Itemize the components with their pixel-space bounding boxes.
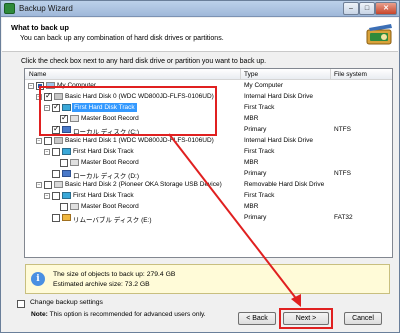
- row-type: Internal Hard Disk Drive: [244, 93, 313, 100]
- column-name[interactable]: Name: [29, 71, 46, 78]
- row-type: MBR: [244, 115, 259, 122]
- row-checkbox[interactable]: [52, 148, 60, 156]
- column-type[interactable]: Type: [244, 71, 258, 78]
- info-icon: i: [31, 272, 45, 286]
- backup-size-info: i The size of objects to back up: 279.4 …: [25, 264, 390, 294]
- row-checkbox[interactable]: [60, 203, 68, 211]
- annotation-box-disk-selection: [39, 86, 217, 136]
- row-name: First Hard Disk Track: [73, 192, 134, 199]
- tree-row-first-track[interactable]: − First Hard Disk Track First Track: [25, 190, 392, 201]
- tree-header: Name Type File system: [25, 69, 392, 80]
- window-title: Backup Wizard: [19, 4, 73, 13]
- cancel-button[interactable]: Cancel: [344, 312, 382, 325]
- maximize-button[interactable]: □: [359, 2, 375, 15]
- change-settings-checkbox[interactable]: [17, 300, 25, 308]
- tree-row-mbr[interactable]: Master Boot Record MBR: [25, 201, 392, 212]
- collapse-toggle[interactable]: −: [36, 138, 42, 144]
- archive-size-text: Estimated archive size: 73.2 GB: [53, 281, 150, 288]
- tree-row-drive-d[interactable]: ローカル ディスク (D:) Primary NTFS: [25, 168, 392, 180]
- row-fs: FAT32: [334, 214, 353, 221]
- row-fs: NTFS: [334, 170, 351, 177]
- mbr-icon: [70, 203, 79, 210]
- row-checkbox[interactable]: [60, 159, 68, 167]
- row-name: リムーバブル ディスク (E:): [73, 217, 152, 224]
- row-name: Basic Hard Disk 2 (Pioneer OKA Storage U…: [65, 181, 222, 188]
- row-type: Primary: [244, 126, 267, 133]
- row-type: Internal Hard Disk Drive: [244, 137, 313, 144]
- row-type: MBR: [244, 203, 259, 210]
- row-checkbox[interactable]: [44, 181, 52, 189]
- annotation-box-next: [279, 308, 333, 329]
- note-label: Note:: [31, 311, 48, 318]
- backup-wizard-window: Backup Wizard – □ ✕ What to back up You …: [0, 0, 400, 333]
- row-type: Removable Hard Disk Drive: [244, 181, 325, 188]
- back-button[interactable]: < Back: [238, 312, 276, 325]
- advanced-note: Note: This option is recommended for adv…: [31, 311, 206, 318]
- row-checkbox[interactable]: [52, 170, 60, 178]
- column-file-system[interactable]: File system: [334, 71, 367, 78]
- column-divider[interactable]: [330, 69, 331, 80]
- row-type: MBR: [244, 159, 259, 166]
- usb-disk-icon: [54, 181, 63, 188]
- row-name: Master Boot Record: [81, 159, 139, 166]
- row-checkbox[interactable]: [44, 137, 52, 145]
- tree-row-drive-e[interactable]: リムーバブル ディスク (E:) Primary FAT32: [25, 212, 392, 224]
- hard-disk-icon: [54, 137, 63, 144]
- collapse-toggle[interactable]: −: [44, 149, 50, 155]
- row-checkbox[interactable]: [52, 192, 60, 200]
- tree-instruction: Click the check box next to any hard dis…: [21, 58, 267, 65]
- tree-row-first-track[interactable]: − First Hard Disk Track First Track: [25, 146, 392, 157]
- mbr-icon: [70, 159, 79, 166]
- title-bar[interactable]: Backup Wizard – □ ✕: [1, 1, 399, 17]
- row-name: First Hard Disk Track: [73, 148, 134, 155]
- tree-row-disk-2[interactable]: − Basic Hard Disk 2 (Pioneer OKA Storage…: [25, 179, 392, 190]
- removable-disk-icon: [62, 214, 71, 221]
- change-settings-label[interactable]: Change backup settings: [30, 299, 103, 306]
- close-button[interactable]: ✕: [375, 2, 397, 15]
- track-icon: [62, 148, 71, 155]
- row-checkbox[interactable]: [52, 214, 60, 222]
- row-type: Primary: [244, 214, 267, 221]
- tree-row-mbr[interactable]: Master Boot Record MBR: [25, 157, 392, 168]
- row-fs: NTFS: [334, 126, 351, 133]
- collapse-toggle[interactable]: −: [28, 83, 34, 89]
- column-divider[interactable]: [240, 69, 241, 80]
- collapse-toggle[interactable]: −: [44, 193, 50, 199]
- row-type: First Track: [244, 148, 275, 155]
- objects-size-text: The size of objects to back up: 279.4 GB: [53, 271, 176, 278]
- step-title: What to back up: [11, 23, 69, 32]
- step-subtitle: You can back up any combination of hard …: [20, 35, 224, 42]
- wizard-header: What to back up You can back up any comb…: [2, 18, 398, 52]
- track-icon: [62, 192, 71, 199]
- collapse-toggle[interactable]: −: [36, 182, 42, 188]
- minimize-button[interactable]: –: [343, 2, 359, 15]
- partition-icon: [62, 170, 71, 177]
- tree-row-disk-1[interactable]: − Basic Hard Disk 1 (WDC WD800JD-FLFS-01…: [25, 135, 392, 146]
- note-text: This option is recommended for advanced …: [49, 311, 206, 318]
- row-type: Primary: [244, 170, 267, 177]
- row-name: Basic Hard Disk 1 (WDC WD800JD-FLFS-0106…: [65, 137, 214, 144]
- hard-disk-logo-icon: [366, 24, 392, 45]
- row-type: First Track: [244, 192, 275, 199]
- row-type: My Computer: [244, 82, 284, 89]
- row-name: Master Boot Record: [81, 203, 139, 210]
- row-type: First Track: [244, 104, 275, 111]
- app-icon: [4, 3, 15, 14]
